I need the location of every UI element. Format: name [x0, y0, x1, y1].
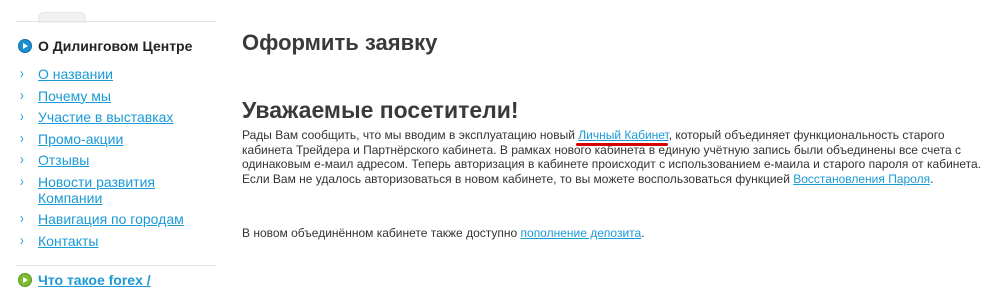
deposit-topup-link[interactable]: пополнение депозита: [521, 226, 642, 240]
sidebar-item-about-name: › О названии: [20, 65, 210, 83]
chevron-right-icon: ›: [20, 108, 24, 125]
sidebar-link[interactable]: Отзывы: [38, 152, 89, 168]
sidebar-item-contacts: › Контакты: [20, 231, 210, 249]
announcement-paragraph: Рады Вам сообщить, что мы вводим в экспл…: [242, 128, 982, 187]
sidebar-item-exhibitions: › Участие в выставках: [20, 108, 210, 126]
chevron-right-icon: ›: [20, 210, 24, 227]
sidebar-divider: [16, 265, 216, 266]
sidebar-link[interactable]: О названии: [38, 66, 113, 82]
sidebar-nav-list: › О названии › Почему мы › Участие в выс…: [20, 66, 210, 254]
page-title: Оформить заявку: [242, 30, 438, 55]
red-highlight-underline: [576, 143, 668, 146]
sidebar-link[interactable]: Контакты: [38, 233, 98, 249]
sidebar-item-city-navigation: › Навигация по городам: [20, 210, 210, 228]
sidebar-divider: [16, 21, 216, 22]
personal-cabinet-link[interactable]: Личный Кабинет: [578, 128, 668, 142]
sidebar-item-promo: › Промо-акции: [20, 129, 210, 147]
password-recovery-link[interactable]: Восстановления Пароля: [793, 172, 930, 186]
chevron-right-icon: ›: [20, 231, 24, 249]
sidebar-link[interactable]: Участие в выставках: [38, 109, 173, 125]
sidebar-link[interactable]: Новости развития Компании: [38, 174, 210, 206]
sidebar-item-why-us: › Почему мы: [20, 86, 210, 104]
sidebar-link[interactable]: Промо-акции: [38, 131, 123, 147]
chevron-right-icon: ›: [20, 86, 24, 104]
paragraph-text: .: [641, 226, 645, 240]
sidebar-section-link[interactable]: Что такое forex /: [38, 272, 151, 288]
arrow-bullet-icon: [18, 39, 32, 53]
sidebar-section-title: О Дилинговом Центре: [38, 38, 193, 54]
chevron-right-icon: ›: [20, 151, 24, 168]
chevron-right-icon: ›: [20, 172, 24, 190]
deposit-paragraph: В новом объединённом кабинете также дост…: [242, 226, 982, 241]
sidebar-link[interactable]: Навигация по городам: [38, 211, 184, 227]
sidebar-section-header-next: Что такое forex /: [18, 272, 151, 288]
paragraph-text: .: [930, 172, 934, 187]
arrow-bullet-icon: [18, 273, 32, 287]
greeting-heading: Уважаемые посетители!: [242, 97, 519, 123]
sidebar-item-reviews: › Отзывы: [20, 151, 210, 169]
sidebar: О Дилинговом Центре › О названии › Почем…: [0, 0, 216, 288]
chevron-right-icon: ›: [20, 65, 24, 82]
sidebar-item-company-news: › Новости развития Компании: [20, 172, 210, 206]
sidebar-section-header: О Дилинговом Центре: [18, 38, 192, 54]
paragraph-text: В новом объединённом кабинете также дост…: [242, 226, 521, 240]
paragraph-text: Рады Вам сообщить, что мы вводим в экспл…: [242, 128, 579, 142]
chevron-right-icon: ›: [20, 129, 24, 147]
sidebar-link[interactable]: Почему мы: [38, 88, 111, 104]
